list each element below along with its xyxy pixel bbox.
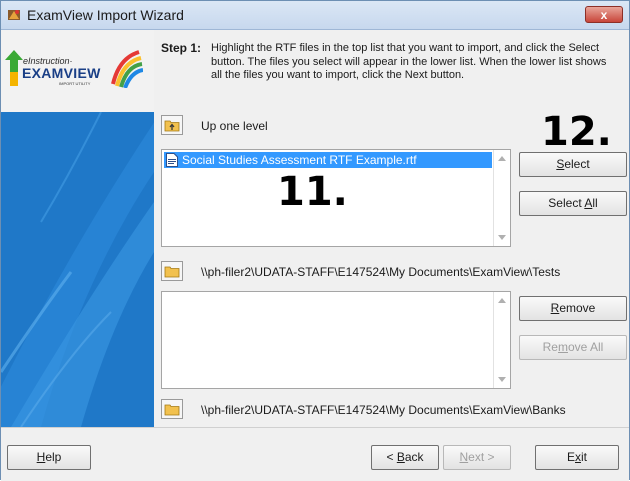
remove-all-label-pre: Re	[542, 340, 558, 354]
remove-all-label-key: m	[557, 340, 568, 354]
exit-label-pre: E	[566, 450, 575, 464]
select-all-label-pre: Select	[548, 196, 585, 210]
examview-logo: eInstruction· EXAMVIEW IMPORT UTILITY	[1, 30, 154, 112]
help-label-post: elp	[45, 450, 62, 464]
back-label-key: B	[396, 450, 405, 464]
exit-label-post: it	[581, 450, 587, 464]
step-label: Step 1:	[161, 41, 202, 55]
annotation-12: 12.	[541, 109, 612, 155]
import-wizard-window: ExamView Import Wizard x eInstruction· E…	[0, 0, 630, 481]
close-button[interactable]: x	[585, 6, 623, 23]
scroll-down-icon[interactable]	[498, 377, 506, 382]
up-one-level-button[interactable]	[161, 115, 183, 135]
remove-label-post: emove	[559, 301, 596, 315]
list-item-label: Social Studies Assessment RTF Example.rt…	[182, 153, 417, 167]
annotation-11: 11.	[277, 169, 348, 215]
next-button[interactable]: Next >	[443, 445, 511, 470]
exit-button[interactable]: Exit	[535, 445, 619, 470]
back-button[interactable]: < Back	[371, 445, 439, 470]
list-item[interactable]: Social Studies Assessment RTF Example.rt…	[164, 152, 492, 168]
select-label-post: elect	[564, 157, 590, 171]
logo-examview-text: EXAMVIEW	[22, 65, 101, 81]
up-one-level-label: Up one level	[201, 119, 268, 133]
examview-app-icon	[8, 10, 20, 20]
scroll-up-icon[interactable]	[498, 156, 506, 161]
remove-label-key: R	[550, 301, 560, 315]
back-label-pre: <	[386, 450, 397, 464]
title-bar[interactable]: ExamView Import Wizard x	[1, 1, 629, 30]
next-label-key: N	[459, 450, 469, 464]
select-all-label-post: ll	[592, 196, 598, 210]
next-label-post: ext >	[468, 450, 495, 464]
scroll-down-icon[interactable]	[498, 235, 506, 240]
source-list-scrollbar[interactable]	[493, 150, 510, 246]
window-title: ExamView Import Wizard	[27, 7, 184, 23]
banks-folder-button[interactable]	[161, 399, 183, 419]
tests-path-label: \\ph-filer2\UDATA-STAFF\E147524\My Docum…	[201, 265, 561, 279]
import-file-list[interactable]	[161, 291, 511, 389]
tests-folder-button[interactable]	[161, 261, 183, 281]
remove-all-button[interactable]: Remove All	[519, 335, 627, 360]
help-button[interactable]: Help	[7, 445, 91, 470]
scroll-up-icon[interactable]	[498, 298, 506, 303]
branding-panel: eInstruction· EXAMVIEW IMPORT UTILITY	[1, 30, 154, 427]
folder-icon	[164, 266, 180, 278]
banks-path-label: \\ph-filer2\UDATA-STAFF\E147524\My Docum…	[201, 403, 566, 417]
einstruction-arrow-icon	[5, 50, 23, 86]
remove-button[interactable]: Remove	[519, 296, 627, 321]
remove-all-label-post: ove All	[567, 340, 604, 354]
step-instructions: Highlight the RTF files in the top list …	[211, 42, 607, 81]
back-label-post: ack	[404, 450, 424, 464]
decorative-swoosh-art	[1, 112, 154, 427]
rtf-file-icon	[166, 153, 178, 167]
folder-icon	[164, 404, 180, 416]
logo-swirl-icon	[111, 50, 143, 88]
import-list-scrollbar[interactable]	[493, 292, 510, 388]
select-button[interactable]: Select	[519, 152, 627, 177]
folder-up-icon	[164, 120, 180, 132]
close-icon: x	[600, 8, 608, 22]
select-all-button[interactable]: Select All	[519, 191, 627, 216]
logo-import-utility-text: IMPORT UTILITY	[59, 81, 91, 86]
